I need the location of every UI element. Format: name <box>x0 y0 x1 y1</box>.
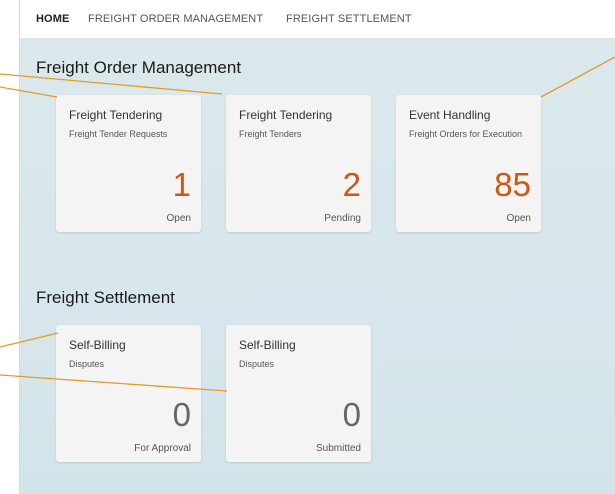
launchpad-content: Freight Order Management Freight Tenderi… <box>20 39 615 494</box>
tile-kpi-unit: Pending <box>324 213 361 224</box>
tile-kpi-number: 0 <box>342 396 361 433</box>
tile-subtitle: Freight Tenders <box>239 129 302 139</box>
nav-tab-home[interactable]: HOME <box>36 13 69 25</box>
tile-kpi-number: 85 <box>494 166 531 203</box>
top-navigation-bar: HOME FREIGHT ORDER MANAGEMENT FREIGHT SE… <box>20 0 615 39</box>
nav-tab-freight-settlement[interactable]: FREIGHT SETTLEMENT <box>286 13 412 25</box>
tile-event-handling[interactable]: Event Handling Freight Orders for Execut… <box>396 95 541 232</box>
tile-subtitle: Freight Orders for Execution <box>409 129 523 139</box>
tile-kpi-number: 2 <box>342 166 361 203</box>
tile-kpi-unit: Open <box>506 213 531 224</box>
tile-title: Self-Billing <box>69 338 126 352</box>
tile-subtitle: Disputes <box>69 359 105 369</box>
tile-kpi-unit: Open <box>166 213 191 224</box>
nav-tab-freight-order-management[interactable]: FREIGHT ORDER MANAGEMENT <box>88 13 263 25</box>
tile-subtitle: Freight Tender Requests <box>69 129 168 139</box>
tile-title: Self-Billing <box>239 338 296 352</box>
tile-title: Freight Tendering <box>69 108 163 122</box>
launchpad-frame: HOME FREIGHT ORDER MANAGEMENT FREIGHT SE… <box>19 0 615 494</box>
tile-kpi-number: 1 <box>172 166 191 203</box>
tile-self-billing-submitted[interactable]: Self-Billing Disputes 0 Submitted <box>226 325 371 462</box>
tile-title: Event Handling <box>409 108 491 122</box>
tile-kpi-number: 0 <box>172 396 191 433</box>
tile-kpi-unit: Submitted <box>315 443 361 454</box>
tile-subtitle: Disputes <box>239 359 275 369</box>
section-title-freight-settlement: Freight Settlement <box>36 288 175 307</box>
tile-title: Freight Tendering <box>239 108 333 122</box>
tile-freight-tenders[interactable]: Freight Tendering Freight Tenders 2 Pend… <box>226 95 371 232</box>
tile-kpi-unit: For Approval <box>134 443 191 454</box>
tile-self-billing-for-approval[interactable]: Self-Billing Disputes 0 For Approval <box>56 325 201 462</box>
section-title-freight-order-management: Freight Order Management <box>36 58 242 77</box>
tile-freight-tender-requests[interactable]: Freight Tendering Freight Tender Request… <box>56 95 201 232</box>
